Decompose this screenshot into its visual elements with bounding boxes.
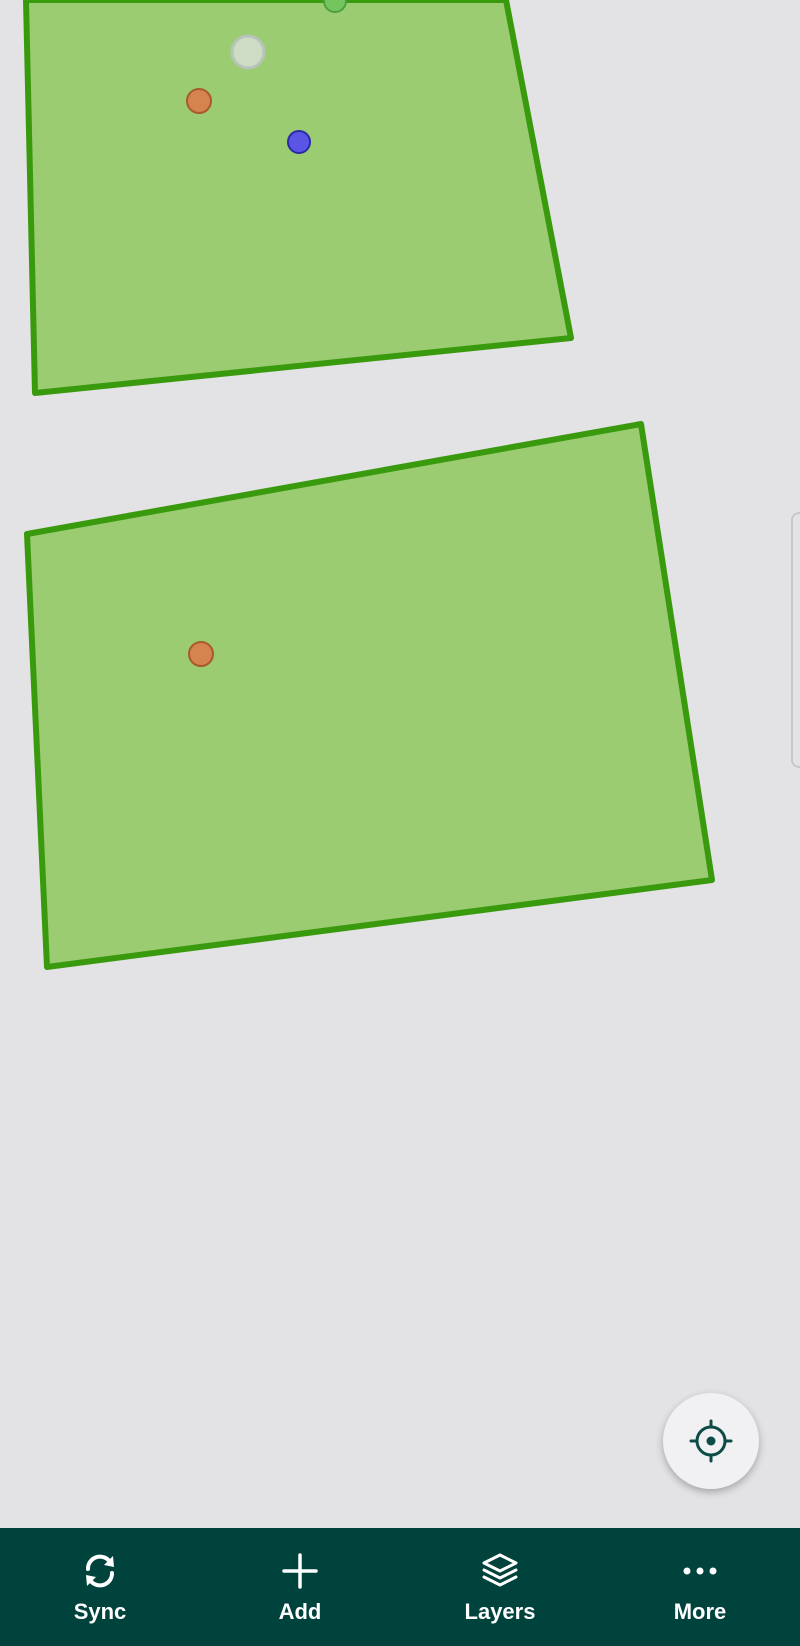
nav-item-sync[interactable]: Sync [0,1528,200,1646]
side-panel-handle[interactable] [791,512,800,768]
layers-icon [480,1551,520,1591]
plus-icon [280,1551,320,1591]
sync-icon [80,1551,120,1591]
locate-button[interactable] [663,1393,759,1489]
nav-label-add: Add [278,1599,322,1624]
bottom-navigation-bar: Sync Add Layers More [0,1528,800,1646]
map-marker-orange[interactable] [186,88,212,114]
nav-label-layers: Layers [464,1599,536,1624]
more-icon [680,1551,720,1591]
map-marker-blue[interactable] [287,130,311,154]
map-marker-orange[interactable] [188,641,214,667]
nav-label-sync: Sync [73,1599,127,1624]
map-marker-light[interactable] [230,34,266,70]
nav-item-add[interactable]: Add [200,1528,400,1646]
map-marker-green[interactable] [323,0,347,13]
nav-label-more: More [673,1599,727,1624]
parcel-polygon-top[interactable] [23,0,574,396]
crosshair-icon [689,1419,733,1463]
map-canvas[interactable] [0,0,800,1528]
nav-item-layers[interactable]: Layers [400,1528,600,1646]
parcel-polygon-bottom[interactable] [24,421,715,970]
nav-item-more[interactable]: More [600,1528,800,1646]
